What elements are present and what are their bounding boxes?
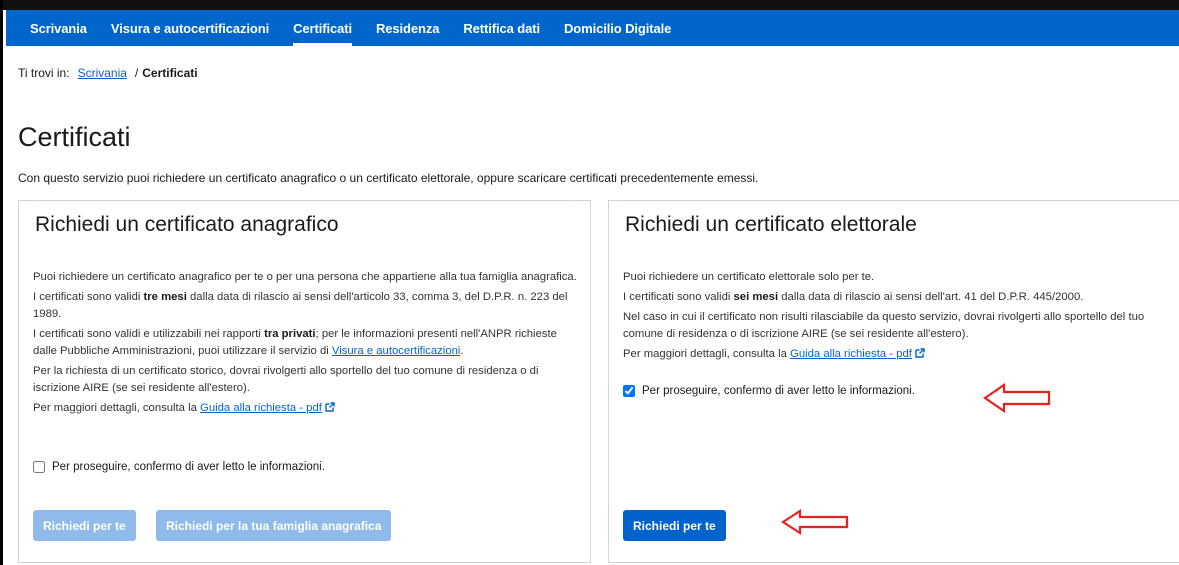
breadcrumb-current: Certificati <box>142 66 198 80</box>
nav-item-scrivania[interactable]: Scrivania <box>6 10 99 46</box>
breadcrumb: Ti trovi in: Scrivania / Certificati <box>18 66 198 80</box>
confirm-checkbox-row-anagrafico[interactable]: Per proseguire, confermo di aver letto l… <box>33 461 325 473</box>
card-certificato-anagrafico: Richiedi un certificato anagrafico Puoi … <box>18 200 591 563</box>
link-guida-anagrafico[interactable]: Guida alla richiesta - pdf <box>200 402 322 414</box>
card-body-anagrafico: Puoi richiedere un certificato anagrafic… <box>33 269 578 420</box>
breadcrumb-link-scrivania[interactable]: Scrivania <box>78 66 127 80</box>
anagrafico-paragraph-1: Puoi richiedere un certificato anagrafic… <box>33 271 577 283</box>
external-link-icon[interactable] <box>915 348 925 358</box>
request-self-button-elettorale[interactable]: Richiedi per te <box>623 510 726 541</box>
anagrafico-paragraph-4: Per la richiesta di un certificato stori… <box>33 365 539 394</box>
nav-item-certificati[interactable]: Certificati <box>281 10 364 46</box>
link-visura-autocertificazioni[interactable]: Visura e autocertificazioni <box>332 345 461 357</box>
window-top-border <box>0 0 1179 10</box>
confirm-checkbox-elettorale[interactable] <box>623 385 635 397</box>
window-left-border <box>0 0 3 565</box>
anagrafico-paragraph-2: I certificati sono validi tre mesi dalla… <box>33 291 568 320</box>
elettorale-paragraph-4: Per maggiori dettagli, consulta la Guida… <box>623 346 1167 363</box>
page-intro: Con questo servizio puoi richiedere un c… <box>18 171 759 185</box>
card-title-elettorale: Richiedi un certificato elettorale <box>625 213 917 236</box>
nav-item-residenza[interactable]: Residenza <box>364 10 451 46</box>
elettorale-paragraph-1: Puoi richiedere un certificato elettoral… <box>623 271 875 283</box>
confirm-label-anagrafico: Per proseguire, confermo di aver letto l… <box>52 461 325 473</box>
main-navbar: Scrivania Visura e autocertificazioni Ce… <box>6 10 1179 46</box>
request-family-button[interactable]: Richiedi per la tua famiglia anagrafica <box>156 510 392 541</box>
card-body-elettorale: Puoi richiedere un certificato elettoral… <box>623 269 1167 366</box>
card-title-anagrafico: Richiedi un certificato anagrafico <box>35 213 339 236</box>
request-self-button-anagrafico[interactable]: Richiedi per te <box>33 510 136 541</box>
elettorale-paragraph-2: I certificati sono validi sei mesi dalla… <box>623 291 1084 303</box>
red-arrow-icon <box>983 382 1051 414</box>
external-link-icon[interactable] <box>325 402 335 412</box>
nav-item-domicilio-digitale[interactable]: Domicilio Digitale <box>552 10 683 46</box>
confirm-label-elettorale: Per proseguire, confermo di aver letto l… <box>642 385 915 397</box>
elettorale-paragraph-3: Nel caso in cui il certificato non risul… <box>623 311 1145 340</box>
page-title: Certificati <box>18 122 131 152</box>
confirm-checkbox-anagrafico[interactable] <box>33 461 45 473</box>
breadcrumb-prefix: Ti trovi in: <box>18 66 70 80</box>
nav-item-rettifica-dati[interactable]: Rettifica dati <box>451 10 552 46</box>
link-guida-elettorale[interactable]: Guida alla richiesta - pdf <box>790 348 912 360</box>
card-certificato-elettorale: Richiedi un certificato elettorale Puoi … <box>608 200 1179 563</box>
breadcrumb-separator: / <box>134 66 139 80</box>
confirm-checkbox-row-elettorale[interactable]: Per proseguire, confermo di aver letto l… <box>623 385 915 397</box>
anagrafico-paragraph-3: I certificati sono validi e utilizzabili… <box>33 328 557 357</box>
anagrafico-paragraph-5: Per maggiori dettagli, consulta la Guida… <box>33 400 578 417</box>
red-arrow-icon <box>780 508 849 536</box>
nav-item-visura[interactable]: Visura e autocertificazioni <box>99 10 281 46</box>
